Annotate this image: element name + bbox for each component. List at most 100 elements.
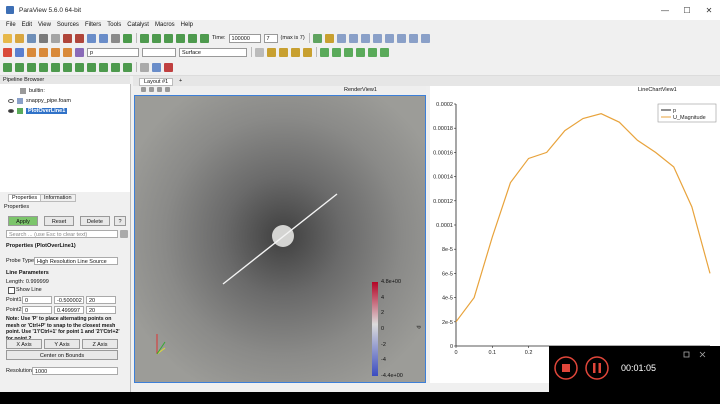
render-view[interactable]: 4.8e+00 4 2 0 -2 -4 -4.4e+00 p: [134, 95, 426, 383]
clip-icon[interactable]: [27, 62, 36, 72]
minimize-button[interactable]: —: [654, 6, 676, 15]
eye-icon[interactable]: [8, 99, 14, 103]
select-cells-icon[interactable]: [320, 47, 329, 57]
pipeline-item-builtin[interactable]: builtin:: [20, 88, 45, 94]
help-button[interactable]: ?: [114, 216, 126, 226]
representation-select[interactable]: Surface: [179, 47, 247, 57]
rescale-visible-icon[interactable]: [63, 47, 72, 57]
next-frame-icon[interactable]: [176, 33, 185, 43]
reset-center-icon[interactable]: [303, 47, 312, 57]
x-axis-button[interactable]: X Axis: [6, 339, 42, 349]
save-state-icon[interactable]: [15, 33, 24, 43]
point1-z-input[interactable]: 20: [86, 296, 116, 304]
point2-z-input[interactable]: 20: [86, 306, 116, 314]
undo-icon[interactable]: [63, 33, 72, 43]
component-select[interactable]: [142, 47, 176, 57]
probe-type-select[interactable]: High Resolution Line Source: [34, 257, 118, 265]
view-camera-icon[interactable]: [165, 87, 170, 92]
property-search-input[interactable]: Search ... (use Esc to clear text): [6, 230, 118, 238]
minus-y-icon[interactable]: [372, 33, 382, 43]
rescale-icon[interactable]: [27, 47, 36, 57]
extract-subset-icon[interactable]: [63, 62, 72, 72]
menu-edit[interactable]: Edit: [22, 22, 32, 28]
point2-x-input[interactable]: 0: [22, 306, 52, 314]
menu-macros[interactable]: Macros: [155, 22, 175, 28]
menu-help[interactable]: Help: [181, 22, 193, 28]
center-icon[interactable]: [267, 47, 276, 57]
camera-redo-icon[interactable]: [99, 33, 108, 43]
open-icon[interactable]: [3, 33, 12, 43]
apply-button[interactable]: Apply: [8, 216, 38, 226]
view-split-icon[interactable]: [141, 87, 146, 92]
save-data-icon[interactable]: [27, 33, 36, 43]
gear-icon[interactable]: [120, 230, 128, 238]
grow-selection-icon[interactable]: [380, 47, 389, 57]
redo-icon[interactable]: [75, 33, 84, 43]
timestep-input[interactable]: 7: [263, 33, 278, 43]
connect-icon[interactable]: [39, 33, 48, 43]
menu-view[interactable]: View: [38, 22, 51, 28]
pipeline-item-plotoverline[interactable]: PlotOverLine1: [8, 108, 68, 114]
reset-button[interactable]: Reset: [44, 216, 74, 226]
line-chart-view[interactable]: LineChartView1 0 2e-5 4e-5 6e-5 8e-5 0.0001 0.…: [430, 86, 720, 383]
coloring-select[interactable]: p: [87, 47, 139, 57]
interact-mode-icon[interactable]: [312, 33, 322, 43]
stream-tracer-icon[interactable]: [87, 62, 96, 72]
disconnect-icon[interactable]: [51, 33, 60, 43]
extract-level-icon[interactable]: [123, 62, 132, 72]
orientation-axes-icon[interactable]: [255, 47, 264, 57]
help-icon[interactable]: [123, 33, 132, 43]
maximize-button[interactable]: ☐: [676, 6, 698, 15]
previous-frame-icon[interactable]: [152, 33, 161, 43]
menu-tools[interactable]: Tools: [107, 22, 121, 28]
threshold-icon[interactable]: [51, 62, 60, 72]
expand-icon[interactable]: [683, 351, 690, 358]
y-axis-button[interactable]: Y Axis: [44, 339, 80, 349]
tab-information[interactable]: Information: [40, 194, 76, 202]
color-map-icon[interactable]: [3, 47, 12, 57]
color-palette-icon[interactable]: [75, 47, 84, 57]
tab-properties[interactable]: Properties: [8, 194, 42, 202]
rescale-custom-icon[interactable]: [39, 47, 48, 57]
point2-y-input[interactable]: 0.499997: [54, 306, 84, 314]
pipeline-item-foam[interactable]: snappy_pipe.foam: [8, 98, 71, 104]
rotate-90-icon[interactable]: [408, 33, 418, 43]
point1-x-input[interactable]: 0: [22, 296, 52, 304]
loop-icon[interactable]: [200, 33, 209, 43]
hover-icon[interactable]: [368, 47, 377, 57]
eye-icon[interactable]: [8, 109, 14, 113]
calculator-icon[interactable]: [3, 62, 12, 72]
interactive-select-icon[interactable]: [356, 47, 365, 57]
time-input[interactable]: 100000: [228, 33, 261, 43]
auto-apply-icon[interactable]: [111, 33, 120, 43]
z-axis-button[interactable]: Z Axis: [82, 339, 118, 349]
ruler-icon[interactable]: [140, 62, 149, 72]
new-layout-button[interactable]: +: [179, 78, 182, 84]
glyph-icon[interactable]: [75, 62, 84, 72]
group-datasets-icon[interactable]: [111, 62, 120, 72]
play-icon[interactable]: [164, 33, 173, 43]
hide-center-icon[interactable]: [291, 47, 300, 57]
plus-z-icon[interactable]: [384, 33, 394, 43]
view-select-icon[interactable]: [157, 87, 162, 92]
color-legend-icon[interactable]: [15, 47, 24, 57]
rotate-minus-90-icon[interactable]: [420, 33, 430, 43]
minus-z-icon[interactable]: [396, 33, 406, 43]
menu-catalyst[interactable]: Catalyst: [127, 22, 149, 28]
menu-filters[interactable]: Filters: [85, 22, 101, 28]
pause-record-button[interactable]: [585, 356, 609, 380]
reset-camera-icon[interactable]: [324, 33, 334, 43]
show-line-checkbox[interactable]: [8, 287, 15, 294]
center-on-bounds-button[interactable]: Center on Bounds: [6, 350, 118, 360]
plus-y-icon[interactable]: [360, 33, 370, 43]
resolution-input[interactable]: 1000: [32, 367, 118, 375]
rescale-time-icon[interactable]: [51, 47, 60, 57]
first-frame-icon[interactable]: [140, 33, 149, 43]
tab-layout-1[interactable]: Layout #1: [139, 78, 174, 86]
menu-file[interactable]: File: [6, 22, 16, 28]
plus-x-icon[interactable]: [336, 33, 346, 43]
menu-sources[interactable]: Sources: [57, 22, 79, 28]
point1-y-input[interactable]: -0.500002: [54, 296, 84, 304]
minus-x-icon[interactable]: [348, 33, 358, 43]
warp-vector-icon[interactable]: [99, 62, 108, 72]
